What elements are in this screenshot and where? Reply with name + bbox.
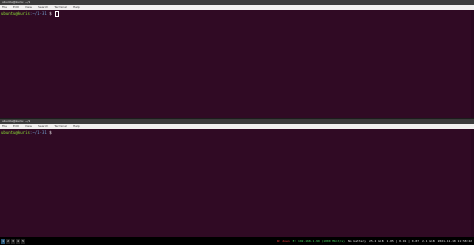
workspace-button[interactable]: 5 xyxy=(21,238,25,244)
workspace-button[interactable]: 4 xyxy=(16,238,20,244)
status-item: 2.1 GiB xyxy=(422,239,435,243)
status-item: W: down xyxy=(276,239,290,243)
status-item: E: 192.168.1.99 (1000 Mbit/s) xyxy=(292,239,345,243)
prompt-path: :~/1-31 xyxy=(29,11,47,16)
prompt-line: ubuntu@kuris:~/1-31 $ xyxy=(1,130,474,135)
status-item: No battery xyxy=(347,239,367,243)
status-item: 1.05 | 0.91 | 0.87 xyxy=(386,239,420,243)
status-item: 25.2 GiB xyxy=(369,239,384,243)
terminal-window-top[interactable]: ubuntu@kuris: ~/1 File Edit View Search … xyxy=(0,0,474,118)
text-cursor xyxy=(55,11,60,17)
prompt-userhost: ubuntu@kuris xyxy=(1,11,30,16)
prompt-path: :~/1-31 xyxy=(29,130,47,135)
status-item: 2021-11-18 11:58:22 xyxy=(437,239,472,243)
terminal-window-bottom[interactable]: ubuntu@kuris: ~/1 File Edit View Search … xyxy=(0,119,474,237)
window-title: ubuntu@kuris: ~/1 xyxy=(2,0,31,4)
prompt-symbol: $ xyxy=(49,11,52,16)
terminal-output[interactable]: ubuntu@kuris:~/1-31 $ xyxy=(0,129,474,237)
workspace-button[interactable]: 2 xyxy=(6,238,10,244)
terminal-output[interactable]: ubuntu@kuris:~/1-31 $ xyxy=(0,10,474,118)
workspace-button[interactable]: 1 xyxy=(1,238,5,244)
workspace-list: 12345 xyxy=(0,238,25,244)
desktop-screen: ubuntu@kuris: ~/1 File Edit View Search … xyxy=(0,0,474,245)
status-items: W: down E: 192.168.1.99 (1000 Mbit/s) No b… xyxy=(277,237,474,245)
status-bar: 12345 W: down E: 192.168.1.99 (1000 Mbit/… xyxy=(0,237,474,245)
prompt-line: ubuntu@kuris:~/1-31 $ xyxy=(1,11,474,17)
workspace-button[interactable]: 3 xyxy=(11,238,15,244)
window-title: ubuntu@kuris: ~/1 xyxy=(2,119,31,123)
prompt-symbol: $ xyxy=(49,130,52,135)
prompt-userhost: ubuntu@kuris xyxy=(1,130,30,135)
